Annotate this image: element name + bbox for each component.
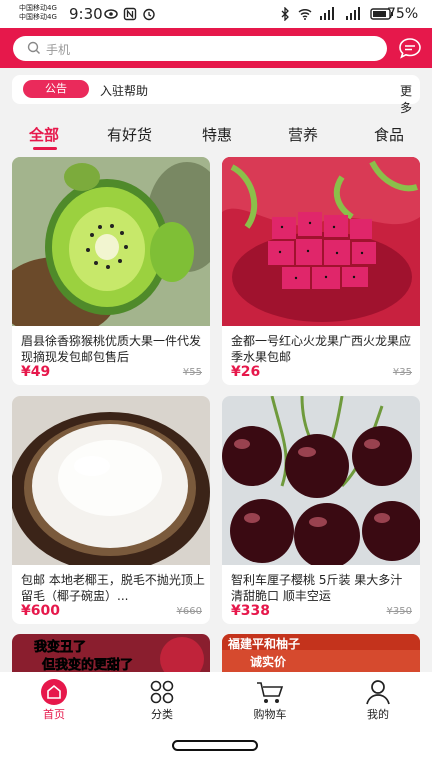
active-tab-indicator	[33, 147, 57, 150]
battery-percent: 75%	[387, 6, 419, 22]
status-time: 9:30	[69, 5, 103, 23]
user-icon	[366, 680, 390, 705]
tab-food[interactable]: 食品	[374, 124, 404, 145]
product-title: 眉县徐香猕猴桃优质大果一件代发现摘现发包邮包售后	[21, 334, 202, 364]
product-original-price: ¥660	[176, 606, 202, 617]
nav-cart-label: 购物车	[253, 708, 287, 721]
product-image-partial-left: 我变丑了 但我变的更甜了	[12, 634, 210, 674]
alarm-icon	[143, 8, 155, 21]
product-image-cherries	[222, 396, 420, 565]
nav-profile[interactable]: 我的	[338, 672, 418, 724]
notice-badge: 公告	[23, 80, 89, 98]
carrier-2: 中国移动4G	[19, 13, 57, 21]
product-card-dragonfruit[interactable]: 金都一号红心火龙果广西火龙果应季水果包邮 ¥26 ¥35	[222, 157, 420, 385]
notice-text[interactable]: 入驻帮助	[100, 82, 148, 99]
product-price: ¥26	[231, 364, 261, 380]
tab-nutrition[interactable]: 营养	[288, 124, 318, 145]
bluetooth-icon	[281, 7, 289, 21]
status-icons-left	[104, 7, 156, 21]
nav-category[interactable]: 分类	[122, 672, 202, 724]
tab-special-offer[interactable]: 特惠	[202, 124, 232, 145]
nav-cart[interactable]: 购物车	[230, 672, 310, 724]
carrier-1: 中国移动4G	[19, 4, 57, 12]
nav-home-label: 首页	[43, 708, 65, 721]
product-original-price: ¥350	[386, 606, 412, 617]
status-icons-right	[278, 7, 394, 21]
grid-icon	[150, 680, 174, 704]
home-gesture-bar[interactable]	[172, 740, 258, 751]
carrier-info: 中国移动4G 中国移动4G	[19, 4, 57, 22]
category-tabs: 全部 有好货 特惠 营养 食品	[0, 118, 432, 150]
cart-icon	[257, 682, 284, 703]
product-image-partial-right: 福建平和柚子 诚实价	[222, 634, 420, 674]
product-card-kiwi[interactable]: 眉县徐香猕猴桃优质大果一件代发现摘现发包邮包售后 ¥49 ¥55	[12, 157, 210, 385]
notice-more-link[interactable]: 更多	[400, 82, 420, 116]
nav-category-label: 分类	[151, 708, 173, 721]
tab-good-goods[interactable]: 有好货	[107, 124, 152, 145]
product-price: ¥600	[21, 603, 60, 619]
status-bar: 中国移动4G 中国移动4G 9:30 75%	[0, 0, 432, 28]
nav-home[interactable]: 首页	[14, 672, 94, 724]
search-icon	[27, 41, 40, 54]
product-title: 包邮 本地老椰王，脱毛不抛光顶上留毛（椰子碗盅）...	[21, 573, 205, 603]
partial-banner-text-4: 诚实价	[250, 654, 287, 669]
product-price: ¥338	[231, 603, 270, 619]
message-icon[interactable]	[398, 37, 422, 59]
notice-bar[interactable]: 公告 入驻帮助 更多	[12, 75, 420, 115]
product-price: ¥49	[21, 364, 51, 380]
partial-banner-text-1: 我变丑了	[34, 639, 86, 655]
nav-profile-label: 我的	[367, 708, 389, 721]
product-image-kiwi	[12, 157, 210, 326]
signal-icon	[320, 7, 334, 20]
product-title: 智利车厘子樱桃 5斤装 果大多汁 清甜脆口 顺丰空运	[231, 573, 403, 603]
partial-banner-text-2: 但我变的更甜了	[41, 657, 133, 673]
signal-icon-2	[346, 7, 360, 20]
wifi-icon	[298, 9, 312, 20]
product-image-dragonfruit	[222, 157, 420, 326]
product-card-partial-right[interactable]: 福建平和柚子 诚实价	[222, 634, 420, 674]
product-card-coconut[interactable]: 包邮 本地老椰王，脱毛不抛光顶上留毛（椰子碗盅）... ¥600 ¥660	[12, 396, 210, 624]
product-original-price: ¥35	[392, 367, 412, 378]
nfc-icon	[123, 7, 137, 21]
home-icon	[41, 679, 67, 705]
search-header: 手机	[0, 28, 432, 68]
product-title: 金都一号红心火龙果广西火龙果应季水果包邮	[231, 334, 412, 364]
bottom-navigation: 首页 分类 购物车 我的	[0, 672, 432, 724]
search-input[interactable]: 手机	[13, 36, 387, 61]
partial-banner-text-3: 福建平和柚子	[227, 636, 300, 651]
product-original-price: ¥55	[182, 367, 202, 378]
product-card-cherries[interactable]: 智利车厘子樱桃 5斤装 果大多汁 清甜脆口 顺丰空运 ¥338 ¥350	[222, 396, 420, 624]
search-placeholder: 手机	[46, 43, 71, 57]
product-image-coconut	[12, 396, 210, 565]
tab-all[interactable]: 全部	[29, 124, 59, 145]
eye-icon	[104, 9, 118, 19]
product-card-partial-left[interactable]: 我变丑了 但我变的更甜了	[12, 634, 210, 674]
